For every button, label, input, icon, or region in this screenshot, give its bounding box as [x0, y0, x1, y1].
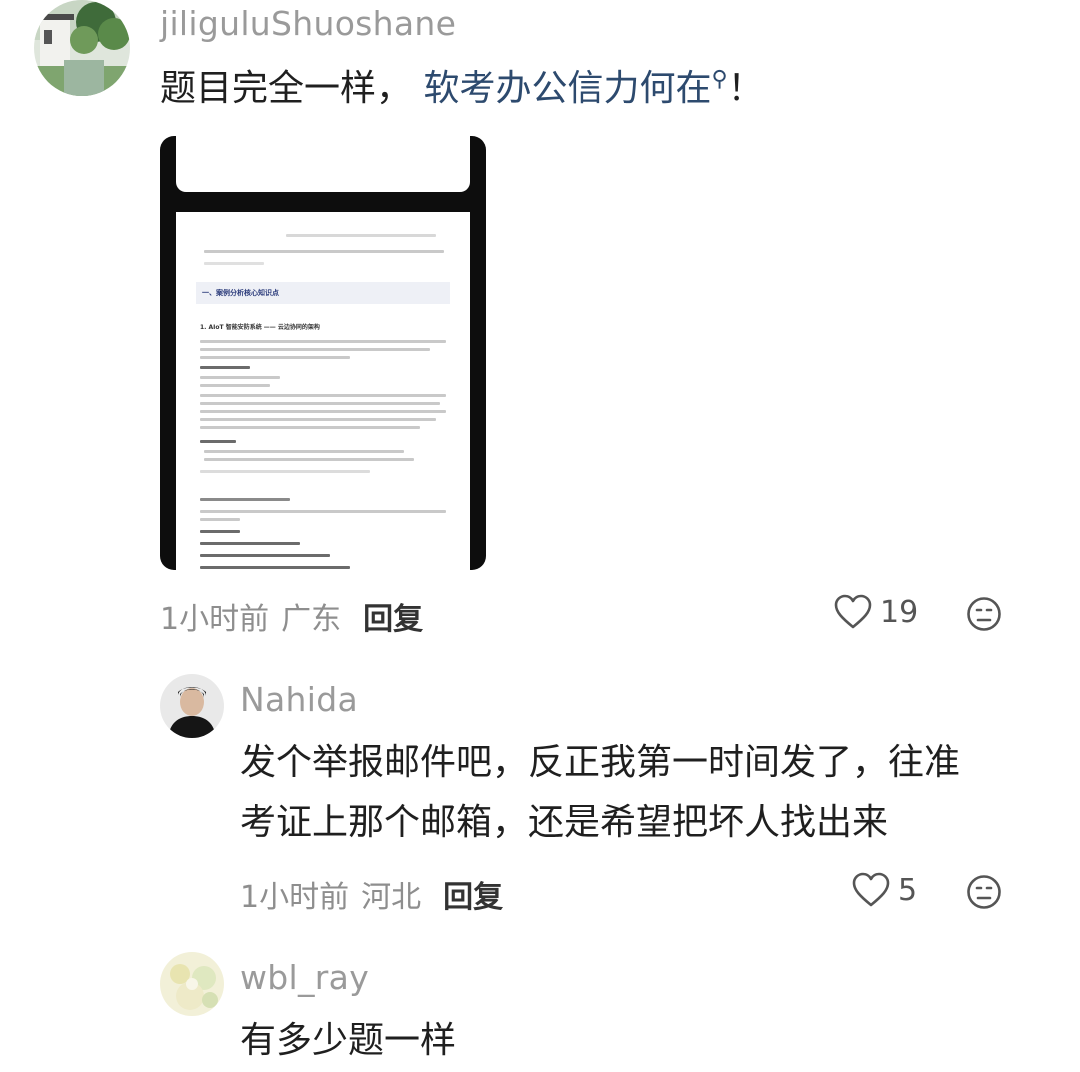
comment-location: 广东 [281, 602, 342, 637]
heart-icon [852, 872, 890, 907]
comment-text-line-1: 有多少题一样 [240, 1020, 457, 1061]
reply-button[interactable]: 回复 [363, 602, 423, 637]
search-link[interactable]: 软考办公信力何在⚲ [423, 67, 727, 109]
frown-face-icon [967, 875, 1001, 909]
attached-screenshot[interactable]: 一、案例分析核心知识点 1. AIoT 智能安防系统 —— 云边协同的架构 [160, 136, 486, 570]
username[interactable]: Nahida [240, 680, 358, 719]
avatar-jiliguluShuoshane[interactable] [34, 0, 130, 96]
avatar-nahida[interactable] [160, 674, 224, 738]
comment-text-line-2: 考证上那个邮箱，还是希望把坏人找出来 [240, 802, 889, 843]
comment-text-line-1: 发个举报邮件吧，反正我第一时间发了，往准 [240, 742, 961, 783]
like-count: 19 [880, 594, 919, 630]
doc-subtitle: 1. AIoT 智能安防系统 —— 云边协同的架构 [200, 324, 320, 331]
dislike-button[interactable] [966, 596, 1002, 636]
like-button[interactable]: 19 [834, 594, 918, 630]
screenshot-document: 一、案例分析核心知识点 1. AIoT 智能安防系统 —— 云边协同的架构 [176, 212, 470, 570]
heart-icon [834, 594, 872, 629]
frown-face-icon [967, 597, 1001, 631]
comment-time: 1小时前 [240, 880, 350, 915]
search-link-text[interactable]: 软考办公信力何在 [423, 68, 711, 109]
like-button[interactable]: 5 [852, 872, 917, 908]
doc-section-title: 一、案例分析核心知识点 [202, 289, 279, 297]
search-icon[interactable]: ⚲ [711, 67, 727, 92]
like-count: 5 [898, 872, 918, 908]
dislike-button[interactable] [966, 874, 1002, 914]
comment-text-plain: 题目完全一样， [160, 68, 413, 109]
comment-time: 1小时前 [160, 602, 270, 637]
comment-meta: 1小时前 广东 回复 [160, 594, 423, 638]
username[interactable]: wbl_ray [240, 958, 369, 997]
comment-text: 题目完全一样， 软考办公信力何在⚲！ [160, 58, 764, 125]
comment-meta: 1小时前 河北 回复 [240, 872, 503, 916]
reply-button[interactable]: 回复 [443, 880, 503, 915]
avatar-wbl-ray[interactable] [160, 952, 224, 1016]
screenshot-topbar [176, 136, 470, 192]
comment-location: 河北 [361, 880, 422, 915]
comment-text-tail: ！ [727, 68, 764, 109]
username[interactable]: jiliguluShuoshane [160, 4, 456, 43]
